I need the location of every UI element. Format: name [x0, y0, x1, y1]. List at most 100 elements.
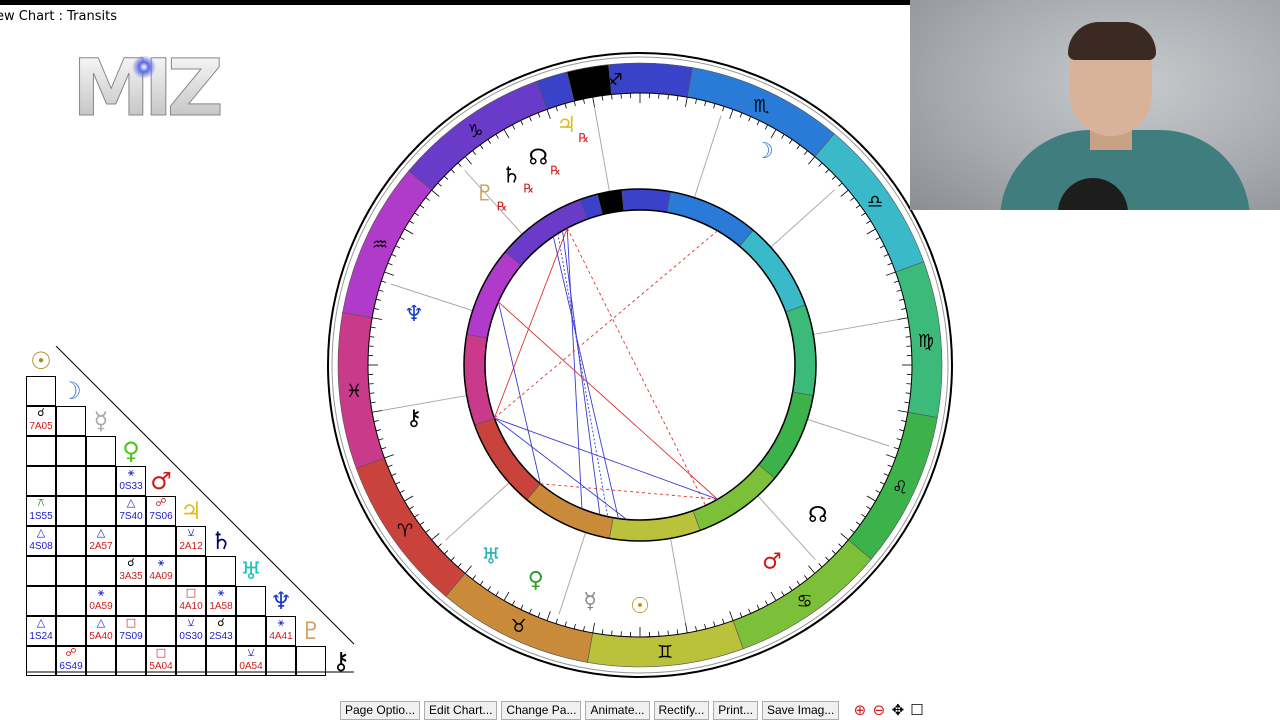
zoom-out-icon[interactable]: ⊖ — [870, 702, 887, 719]
aspect-grid-cell — [146, 586, 176, 616]
node-icon[interactable]: ☊ — [808, 503, 828, 528]
aspect-grid-planet-icon: ☿ — [93, 407, 109, 435]
aspect-grid-cell — [86, 436, 116, 466]
aspect-grid-planet-icon: ☽ — [60, 377, 82, 405]
aspect-grid-cell — [146, 616, 176, 646]
zodiac-sign-glyph: ♌ — [892, 477, 908, 498]
aspect-entry: □ 4A10 — [176, 586, 206, 616]
aspect-orb: 1S24 — [29, 631, 53, 642]
aspect-grid-cell — [26, 466, 56, 496]
save-image-button[interactable]: Save Imag... — [761, 700, 840, 720]
aspect-entry: ⚹ 0A59 — [86, 586, 116, 616]
aspect-grid-planet-icon: ♂ — [150, 467, 172, 495]
aspect-entry: ⚹ 0S33 — [116, 466, 146, 496]
rectify-button[interactable]: Rectify... — [653, 700, 710, 720]
aspect-grid-planet-icon: ♀ — [122, 437, 140, 465]
aspect-entry: △ 4S08 — [26, 526, 56, 556]
bottom-toolbar: Page Optio... Edit Chart... Change Pa... An… — [340, 700, 925, 720]
fit-frame-icon[interactable]: ☐ — [908, 702, 925, 719]
neptune-icon[interactable]: ♆ — [581, 76, 601, 101]
aspect-orb: 7A05 — [29, 421, 53, 432]
aspect-symbol: △ — [96, 526, 106, 539]
zodiac-sign-glyph: ♏ — [753, 96, 769, 117]
aspect-grid-planet-icon: ♇ — [300, 617, 322, 645]
aspect-grid-planet-icon: ♄ — [210, 527, 232, 555]
uranus-icon[interactable]: ♅ — [481, 545, 501, 570]
aspect-grid-cell — [86, 556, 116, 586]
aspect-orb: 7S09 — [119, 631, 143, 642]
jupiter-icon[interactable]: ♃ — [556, 113, 576, 138]
aspect-symbol: ⚺ — [187, 616, 195, 629]
aspect-orb: 2S43 — [209, 631, 233, 642]
node-icon[interactable]: ☊ — [529, 145, 549, 170]
pluto-icon[interactable]: ♇ — [475, 182, 495, 207]
mars-icon[interactable]: ♂ — [762, 550, 782, 575]
aspect-entry: ☌ 2S43 — [206, 616, 236, 646]
aspect-grid-cell — [26, 436, 56, 466]
zoom-in-icon[interactable]: ⊕ — [851, 702, 868, 719]
aspect-symbol: ⚹ — [127, 466, 135, 479]
aspect-orb: 4A41 — [269, 631, 293, 642]
zodiac-sign-glyph: ♍ — [918, 331, 934, 352]
edit-chart-button[interactable]: Edit Chart... — [424, 700, 498, 720]
aspect-grid-cell — [206, 646, 236, 676]
aspect-symbol: ☍ — [65, 646, 77, 659]
aspect-orb: 5A40 — [89, 631, 113, 642]
aspect-symbol: ☌ — [37, 406, 45, 419]
aspect-symbol: ⚺ — [187, 526, 195, 539]
aspect-grid-cell — [116, 586, 146, 616]
venus-icon[interactable]: ♀ — [528, 568, 544, 593]
aspect-entry: ⚺ 0A54 — [236, 646, 266, 676]
aspect-entry: △ 5A40 — [86, 616, 116, 646]
moon-icon[interactable]: ☽ — [754, 139, 774, 164]
aspect-grid-cell — [236, 586, 266, 616]
aspect-orb: 2A12 — [179, 541, 203, 552]
zodiac-sign-glyph: ♊ — [657, 642, 673, 663]
print-button[interactable]: Print... — [713, 700, 758, 720]
zodiac-sign-glyph: ♉ — [511, 616, 527, 637]
aspect-grid-cell — [266, 646, 296, 676]
aspect-grid-cell — [236, 616, 266, 646]
chiron-icon[interactable]: ⚷ — [406, 406, 422, 431]
aspect-grid-cell — [56, 406, 86, 436]
aspect-symbol: □ — [185, 586, 197, 599]
aspect-grid-cell — [56, 436, 86, 466]
animate-button[interactable]: Animate... — [585, 700, 650, 720]
retrograde-marker: ℞ — [578, 131, 589, 145]
aspect-entry: □ 7S09 — [116, 616, 146, 646]
aspect-entry: ⚹ 1A58 — [206, 586, 236, 616]
sun-icon[interactable]: ☉ — [630, 594, 650, 619]
aspect-grid-cell — [206, 556, 236, 586]
aspect-symbol: △ — [96, 616, 106, 629]
zodiac-sign-glyph: ♎ — [867, 191, 883, 212]
aspect-grid-planet-icon: ♆ — [270, 587, 292, 615]
aspect-grid-cell — [56, 556, 86, 586]
zodiac-sign-glyph: ♋ — [797, 591, 813, 612]
astro-chart-wheel[interactable]: ♈♉♊♋♌♍♎♏♐♑♒♓♆♃ ℞☊ ℞♄ ℞♇ ℞☽♆⚷☊♂♀♅☿ ☉ — [320, 45, 960, 685]
aspect-grid-cell — [86, 646, 116, 676]
neptune-icon[interactable]: ♆ — [404, 302, 424, 327]
aspect-orb: 0A59 — [89, 601, 113, 612]
aspect-entry: ☌ 3A35 — [116, 556, 146, 586]
aspect-orb: 0S30 — [179, 631, 203, 642]
aspect-symbol: ⚹ — [157, 556, 165, 569]
aspect-symbol: ⚹ — [217, 586, 225, 599]
aspect-grid-cell — [116, 526, 146, 556]
saturn-icon[interactable]: ♄ — [502, 163, 522, 188]
aspect-symbol: ☌ — [127, 556, 135, 569]
aspect-orb: 2A57 — [89, 541, 113, 552]
change-page-button[interactable]: Change Pa... — [501, 700, 582, 720]
mercury-icon[interactable]: ☿ — [583, 589, 597, 614]
aspect-symbol: △ — [36, 526, 46, 539]
aspect-grid-planet-icon: ♅ — [240, 557, 262, 585]
zodiac-sign-glyph: ♑ — [467, 121, 483, 142]
zodiac-sign-glyph: ♒ — [372, 235, 388, 256]
aspect-entry: ☌ 7A05 — [26, 406, 56, 436]
aspect-symbol: △ — [126, 496, 136, 509]
aspect-grid-cell — [56, 526, 86, 556]
aspect-grid: ☉ ☽ ☿ ♀ ♂ ♃ ♄ ♅ ♆ ♇ ⚷ ☌ 7A05 ⚹ 0S33 ⚻ 1S55 △ 7S40 ☍ 7S06 △ 4S0… — [26, 346, 356, 676]
aspect-symbol: ☍ — [155, 496, 167, 509]
page-options-button[interactable]: Page Optio... — [340, 700, 421, 720]
aspect-entry: ⚹ 4A41 — [266, 616, 296, 646]
pan-icon[interactable]: ✥ — [889, 702, 906, 719]
